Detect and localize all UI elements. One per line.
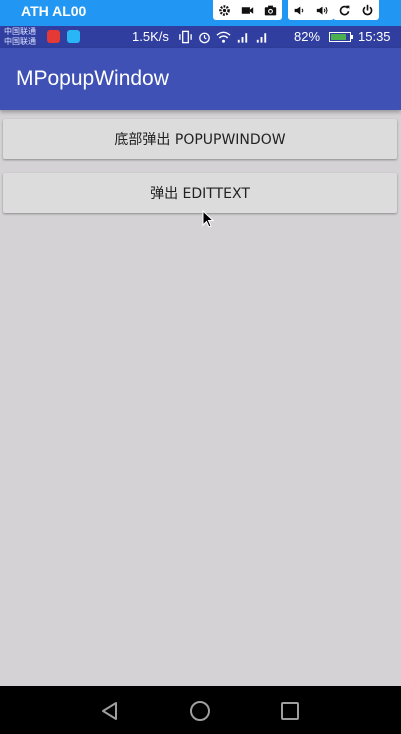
status-icons	[178, 30, 269, 44]
host-tool-group-volume	[288, 0, 334, 20]
status-bar: 中国联通 中国联通 1.5K/s 82% 15:35	[0, 26, 401, 48]
app-action-bar: MPopupWindow	[0, 48, 401, 110]
app-title: MPopupWindow	[16, 67, 169, 90]
host-toolbar: ATH AL00	[0, 0, 401, 26]
carrier-line-2: 中国联通	[4, 37, 36, 46]
device-name: ATH AL00	[21, 3, 87, 19]
signal-2g-icon	[237, 33, 248, 43]
popup-edittext-button[interactable]: 弹出 EDITTEXT	[3, 173, 397, 213]
notification-app-icon	[47, 30, 60, 43]
navigation-bar	[0, 686, 401, 734]
camera-icon[interactable]	[259, 0, 282, 20]
status-clock: 15:35	[358, 29, 391, 44]
signal-4g-icon	[256, 33, 267, 43]
vibrate-icon	[179, 30, 192, 44]
settings-gear-icon[interactable]	[213, 0, 236, 20]
video-camera-icon[interactable]	[236, 0, 259, 20]
rotate-refresh-icon[interactable]	[333, 0, 356, 20]
battery-icon	[329, 32, 353, 42]
volume-up-icon[interactable]	[311, 0, 334, 20]
alarm-icon	[199, 32, 210, 44]
recents-icon[interactable]	[279, 700, 301, 722]
power-icon[interactable]	[356, 0, 379, 20]
back-icon[interactable]	[99, 700, 121, 722]
network-speed: 1.5K/s	[132, 29, 169, 44]
home-icon[interactable]	[189, 700, 211, 722]
carrier-info: 中国联通 中国联通	[4, 27, 36, 47]
host-tool-group-power	[333, 0, 379, 20]
wifi-icon	[216, 31, 231, 43]
notification-message-icon	[67, 30, 80, 43]
volume-down-icon[interactable]	[288, 0, 311, 20]
host-tool-group-media	[213, 0, 282, 20]
mouse-cursor-icon	[202, 210, 214, 228]
battery-level-fill	[331, 34, 346, 40]
bottom-popup-button[interactable]: 底部弹出 POPUPWINDOW	[3, 119, 397, 159]
battery-percent: 82%	[294, 29, 321, 44]
carrier-line-1: 中国联通	[4, 27, 36, 36]
